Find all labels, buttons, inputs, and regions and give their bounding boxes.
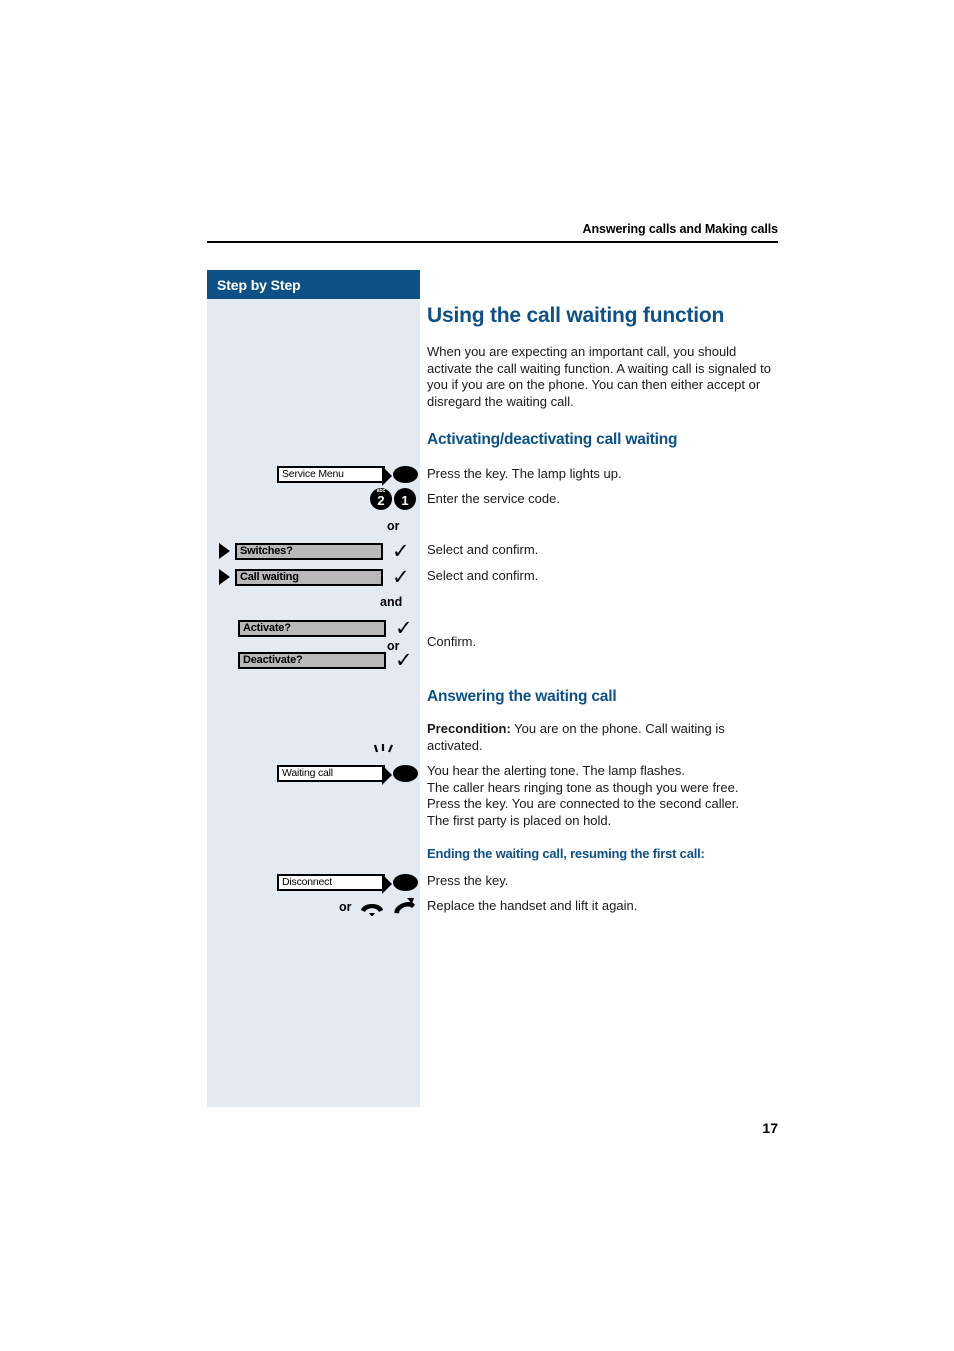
- description-line-2: The caller hears ringing tone as though …: [427, 779, 739, 795]
- sidebar-row-service-code: abc 2 1: [370, 488, 416, 510]
- description-line-3: Press the key. You are connected to the …: [427, 796, 739, 811]
- display-box-service-menu-label: Service Menu: [282, 468, 344, 480]
- display-box-disconnect-label: Disconnect: [282, 876, 332, 888]
- confirm-check-icon[interactable]: ✓: [392, 566, 410, 588]
- page-title: Using the call waiting function: [427, 304, 725, 327]
- sidebar-title: Step by Step: [217, 276, 301, 293]
- keypad-key-2-letters: abc: [376, 488, 386, 494]
- subsection-heading-ending: Ending the waiting call, resuming the fi…: [427, 846, 705, 861]
- step-text-press-key-2: Press the key.: [427, 873, 509, 888]
- step-by-step-sidebar: Step by Step Service Menu abc 2 1 or Swi…: [207, 270, 420, 1107]
- intro-paragraph: When you are expecting an important call…: [427, 344, 771, 409]
- display-box-waiting-call[interactable]: Waiting call: [277, 764, 392, 785]
- display-box-activate[interactable]: Activate?: [238, 619, 386, 637]
- step-text-press-key: Press the key. The lamp lights up.: [427, 466, 622, 481]
- display-box-deactivate-label: Deactivate?: [243, 654, 303, 666]
- description-block: You hear the alerting tone. The lamp fla…: [427, 763, 778, 829]
- sidebar-row-disconnect: Disconnect: [277, 871, 418, 894]
- sidebar-header: Step by Step: [207, 270, 420, 299]
- step-text-select-confirm-2: Select and confirm.: [427, 568, 539, 583]
- precondition-paragraph: Precondition: You are on the phone. Call…: [427, 721, 778, 754]
- display-box-switches[interactable]: Switches?: [235, 542, 383, 560]
- lamp-lit-icon[interactable]: [393, 465, 418, 483]
- step-text-confirm: Confirm.: [427, 634, 477, 649]
- display-box-waiting-call-label: Waiting call: [282, 767, 333, 779]
- menu-cursor-icon: [219, 569, 230, 585]
- description-line-4: The first party is placed on hold.: [427, 812, 612, 828]
- display-box-service-menu[interactable]: Service Menu: [277, 465, 392, 486]
- display-box-switches-label: Switches?: [240, 545, 293, 557]
- handset-up-icon: [391, 897, 418, 917]
- sidebar-conjunction-and: and: [380, 591, 402, 613]
- sidebar-row-deactivate: Deactivate? ✓: [238, 649, 413, 671]
- handset-down-icon: [359, 898, 385, 916]
- section-heading-answering: Answering the waiting call: [427, 688, 617, 705]
- step-text-select-confirm-1: Select and confirm.: [427, 542, 539, 557]
- confirm-check-icon[interactable]: ✓: [395, 649, 413, 671]
- keypad-key-2-digit: 2: [377, 493, 385, 508]
- sidebar-row-handset-alternative: or: [339, 896, 418, 918]
- keypad-key-1-digit: 1: [401, 493, 409, 508]
- softkey-arrow-icon: [382, 873, 392, 894]
- step-text-enter-code: Enter the service code.: [427, 491, 560, 506]
- sidebar-conjunction-or-1: or: [387, 515, 400, 537]
- display-box-disconnect[interactable]: Disconnect: [277, 873, 392, 894]
- precondition-label: Precondition:: [427, 721, 511, 736]
- lamp-flashing-icon: [371, 742, 397, 768]
- menu-cursor-icon: [219, 543, 230, 559]
- step-text-replace-handset: Replace the handset and lift it again.: [427, 898, 638, 913]
- display-box-call-waiting[interactable]: Call waiting: [235, 568, 383, 586]
- display-box-call-waiting-label: Call waiting: [240, 571, 299, 583]
- sidebar-row-service-menu: Service Menu: [277, 463, 418, 486]
- keypad-key-2[interactable]: abc 2: [370, 488, 392, 510]
- header-divider: [207, 241, 778, 243]
- conjunction-label: or: [387, 519, 400, 533]
- softkey-arrow-icon: [382, 465, 392, 486]
- page-number: 17: [762, 1120, 778, 1136]
- display-box-activate-label: Activate?: [243, 622, 291, 634]
- keypad-key-1[interactable]: 1: [394, 488, 416, 510]
- description-line-1: You hear the alerting tone. The lamp fla…: [427, 763, 686, 778]
- running-header: Answering calls and Making calls: [207, 222, 778, 243]
- sidebar-row-call-waiting: Call waiting ✓: [219, 566, 410, 588]
- running-header-title: Answering calls and Making calls: [582, 222, 779, 236]
- lamp-lit-icon[interactable]: [393, 873, 418, 891]
- conjunction-label: or: [339, 900, 352, 914]
- sidebar-row-switches: Switches? ✓: [219, 540, 410, 562]
- display-box-deactivate[interactable]: Deactivate?: [238, 651, 386, 669]
- conjunction-label: and: [380, 595, 403, 609]
- section-heading-activating: Activating/deactivating call waiting: [427, 431, 678, 448]
- confirm-check-icon[interactable]: ✓: [392, 540, 410, 562]
